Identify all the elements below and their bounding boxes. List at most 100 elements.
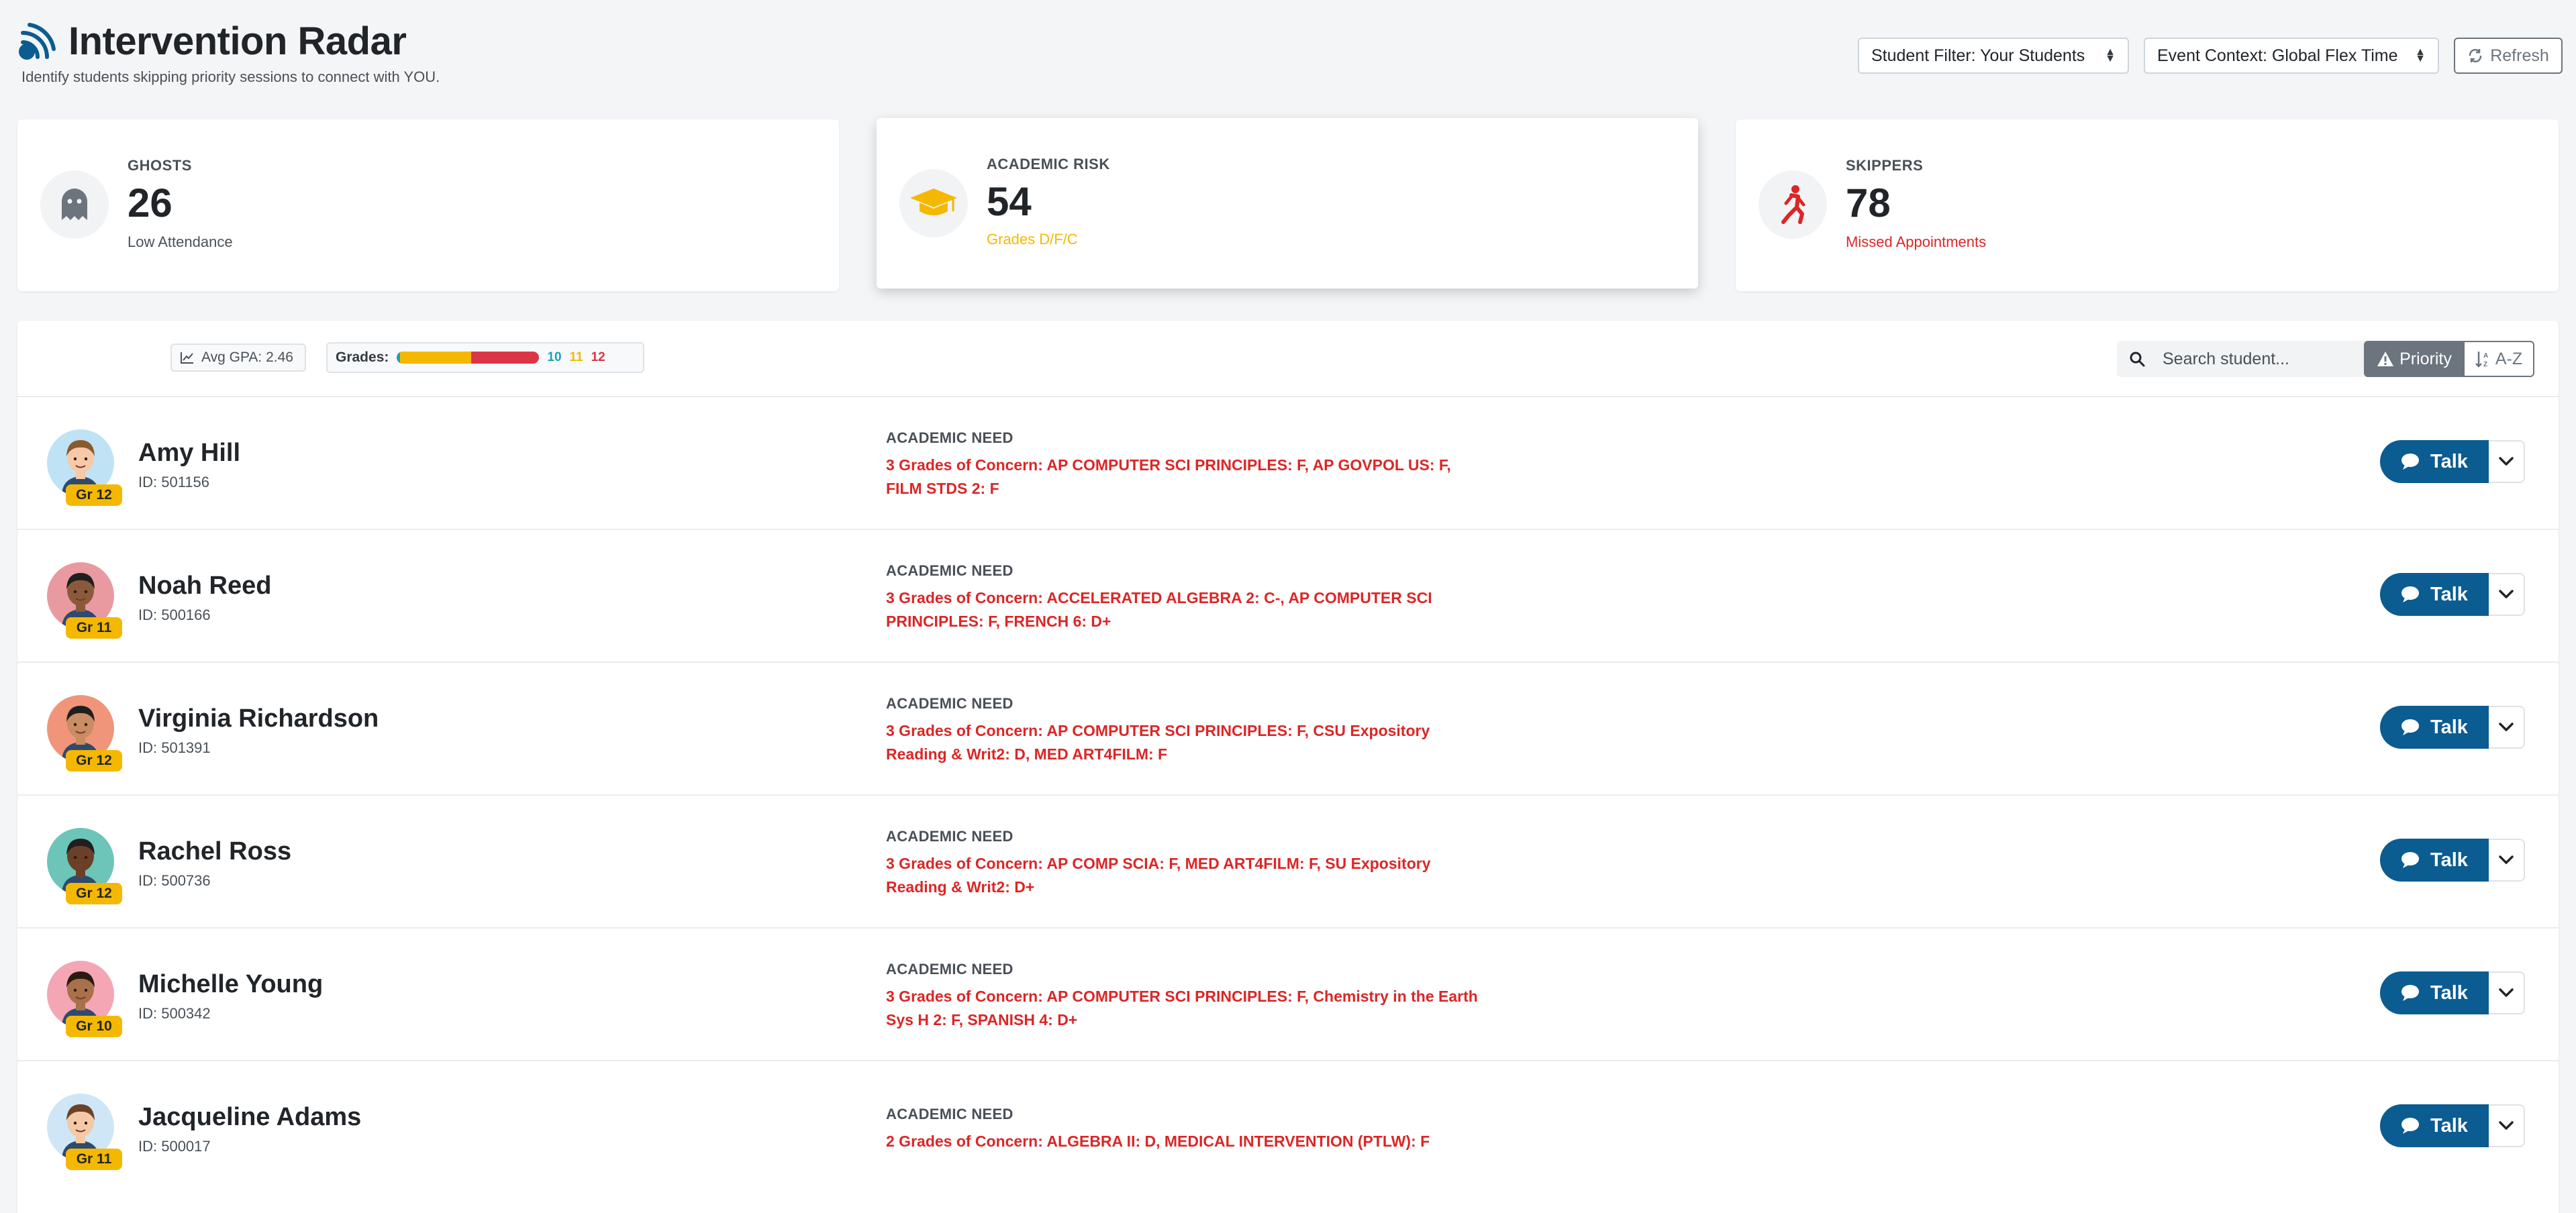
academic-risk-desc: Grades D/F/C <box>987 231 1078 248</box>
refresh-button[interactable]: Refresh <box>2454 38 2563 74</box>
search-box <box>2117 341 2373 377</box>
student-avatar[interactable]: Gr 12 <box>47 828 122 904</box>
academic-risk-value: 54 <box>987 179 1032 224</box>
search-icon <box>2130 352 2145 367</box>
academic-need-label: ACADEMIC NEED <box>886 961 1013 978</box>
running-person-icon <box>1781 185 1805 224</box>
student-name[interactable]: Amy Hill <box>138 439 240 468</box>
student-name[interactable]: Rachel Ross <box>138 837 291 866</box>
skippers-desc: Missed Appointments <box>1846 233 1987 250</box>
student-id: ID: 501156 <box>138 474 210 490</box>
brand: Intervention Radar <box>15 19 407 64</box>
page-title: Intervention Radar <box>68 19 407 63</box>
ghosts-label: GHOSTS <box>128 157 192 174</box>
student-id: ID: 500017 <box>138 1138 211 1155</box>
talk-label: Talk <box>2430 849 2468 871</box>
student-list-panel: Avg GPA: 2.46 Grades: 10 11 12 Search st… <box>17 321 2559 1213</box>
student-name[interactable]: Noah Reed <box>138 572 271 600</box>
svg-text:Z: Z <box>2483 361 2487 368</box>
page-header: Intervention Radar Identify students ski… <box>15 19 2563 93</box>
talk-options-dropdown[interactable] <box>2489 573 2525 616</box>
svg-text:A: A <box>2483 352 2488 360</box>
grade-badge: Gr 10 <box>66 1016 122 1037</box>
talk-options-dropdown[interactable] <box>2489 839 2525 882</box>
talk-button[interactable]: Talk <box>2380 971 2489 1014</box>
search-input[interactable] <box>2163 349 2357 369</box>
student-avatar[interactable]: Gr 11 <box>47 1094 122 1170</box>
ghosts-desc: Low Attendance <box>128 233 233 250</box>
student-row[interactable]: Gr 12 Rachel Ross ID: 500736 ACADEMIC NE… <box>17 794 2559 927</box>
grade-distribution-bar <box>397 352 540 364</box>
talk-label: Talk <box>2430 583 2468 605</box>
talk-button[interactable]: Talk <box>2380 440 2489 483</box>
student-row[interactable]: Gr 11 Jacqueline Adams ID: 500017 ACADEM… <box>17 1060 2559 1193</box>
student-row[interactable]: Gr 11 Noah Reed ID: 500166 ACADEMIC NEED… <box>17 529 2559 662</box>
student-avatar[interactable]: Gr 11 <box>47 562 122 639</box>
grade-12-count: 12 <box>591 350 605 364</box>
talk-button-group: Talk <box>2380 440 2525 483</box>
chat-bubble-icon <box>2401 586 2420 602</box>
grades-distribution-pill: Grades: 10 11 12 <box>326 342 644 373</box>
chevron-down-icon <box>2499 590 2514 598</box>
academic-need-text: 3 Grades of Concern: AP COMPUTER SCI PRI… <box>886 456 1451 497</box>
chevron-down-icon <box>2499 723 2514 731</box>
talk-label: Talk <box>2430 982 2468 1004</box>
student-name[interactable]: Virginia Richardson <box>138 704 379 733</box>
talk-button-group: Talk <box>2380 839 2525 882</box>
sort-az-button[interactable]: A Z A-Z <box>2465 341 2534 377</box>
student-row[interactable]: Gr 10 Michelle Young ID: 500342 ACADEMIC… <box>17 927 2559 1060</box>
event-context-select[interactable]: Event Context: Global Flex Time ▲ ▼ <box>2144 38 2439 74</box>
grade-12-segment <box>470 352 540 364</box>
grade-badge: Gr 12 <box>66 484 122 506</box>
student-avatar[interactable]: Gr 12 <box>47 695 122 772</box>
graduation-cap-icon <box>910 189 957 215</box>
talk-button[interactable]: Talk <box>2380 573 2489 616</box>
academic-need-label: ACADEMIC NEED <box>886 828 1013 845</box>
list-toolbar: Avg GPA: 2.46 Grades: 10 11 12 Search st… <box>17 321 2559 394</box>
ghost-icon-circle <box>40 170 109 239</box>
talk-options-dropdown[interactable] <box>2489 706 2525 749</box>
running-person-icon-circle <box>1758 170 1827 239</box>
talk-button[interactable]: Talk <box>2380 1104 2489 1147</box>
student-filter-select[interactable]: Student Filter: Your Students ▲ ▼ <box>1858 38 2129 74</box>
talk-label: Talk <box>2430 1114 2468 1137</box>
student-name[interactable]: Jacqueline Adams <box>138 1103 361 1132</box>
student-row[interactable]: Gr 12 Virginia Richardson ID: 501391 ACA… <box>17 662 2559 794</box>
chevron-down-icon <box>2499 457 2514 466</box>
skippers-label: SKIPPERS <box>1846 157 1924 174</box>
sort-priority-button[interactable]: Priority <box>2364 341 2465 377</box>
student-id: ID: 500166 <box>138 606 211 623</box>
skippers-card[interactable]: SKIPPERS 78 Missed Appointments <box>1736 119 2559 291</box>
student-row[interactable]: Gr 12 Amy Hill ID: 501156 ACADEMIC NEED … <box>17 396 2559 529</box>
student-avatar[interactable]: Gr 12 <box>47 429 122 506</box>
academic-risk-card[interactable]: ACADEMIC RISK 54 Grades D/F/C <box>877 118 1698 288</box>
academic-need-label: ACADEMIC NEED <box>886 562 1013 579</box>
talk-button[interactable]: Talk <box>2380 706 2489 749</box>
academic-need-label: ACADEMIC NEED <box>886 695 1013 712</box>
talk-button[interactable]: Talk <box>2380 839 2489 882</box>
avg-gpa-pill: Avg GPA: 2.46 <box>170 344 306 372</box>
talk-options-dropdown[interactable] <box>2489 440 2525 483</box>
student-avatar[interactable]: Gr 10 <box>47 961 122 1037</box>
student-id: ID: 500736 <box>138 872 211 889</box>
grades-label: Grades: <box>336 350 389 365</box>
ghosts-card[interactable]: GHOSTS 26 Low Attendance <box>17 119 839 291</box>
grade-11-count: 11 <box>569 350 583 364</box>
chat-bubble-icon <box>2401 1118 2420 1134</box>
academic-need-text: 2 Grades of Concern: ALGEBRA II: D, MEDI… <box>886 1132 1430 1150</box>
student-name[interactable]: Michelle Young <box>138 970 323 999</box>
grade-badge: Gr 12 <box>66 750 122 772</box>
academic-need-text: 3 Grades of Concern: AP COMPUTER SCI PRI… <box>886 722 1430 763</box>
academic-risk-label: ACADEMIC RISK <box>987 156 1110 172</box>
talk-label: Talk <box>2430 716 2468 738</box>
grade-badge: Gr 12 <box>66 883 122 904</box>
talk-options-dropdown[interactable] <box>2489 971 2525 1014</box>
academic-need-text: 3 Grades of Concern: ACCELERATED ALGEBRA… <box>886 589 1432 630</box>
grade-badge: Gr 11 <box>66 1149 122 1170</box>
ghosts-value: 26 <box>128 180 172 225</box>
grade-badge: Gr 11 <box>66 617 122 639</box>
select-arrows-icon: ▲ ▼ <box>2415 46 2426 64</box>
academic-need-label: ACADEMIC NEED <box>886 429 1013 446</box>
talk-options-dropdown[interactable] <box>2489 1104 2525 1147</box>
chevron-down-icon <box>2499 1121 2514 1130</box>
